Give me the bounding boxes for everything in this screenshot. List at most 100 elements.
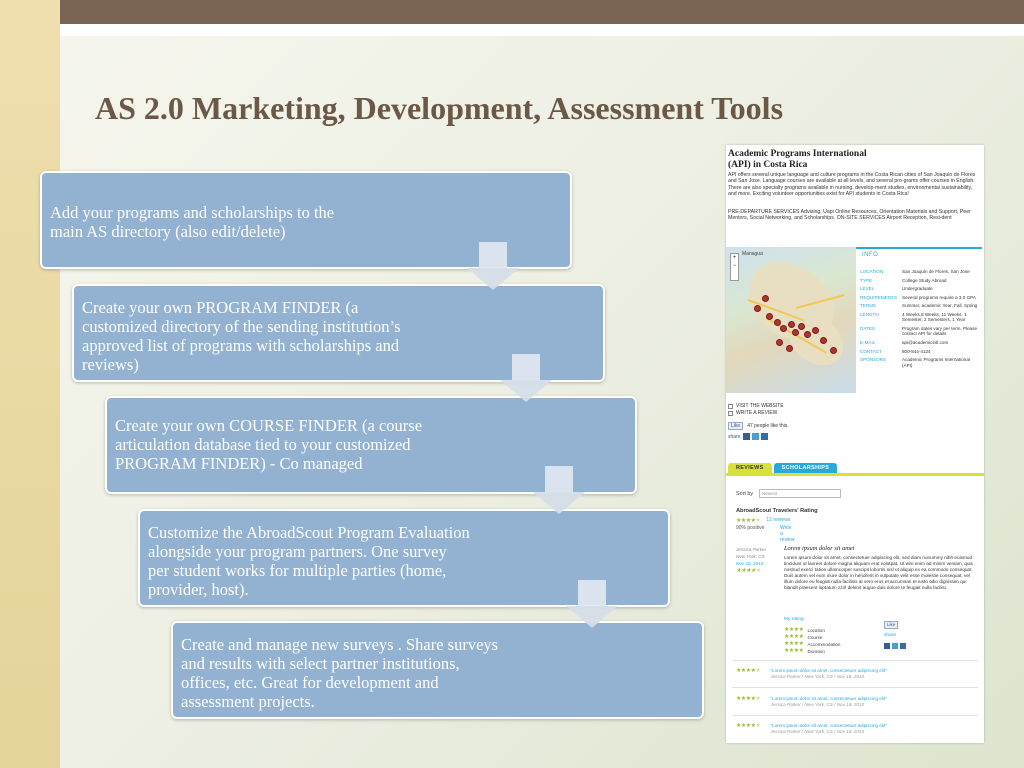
- review-date: Nov 18, 2010: [736, 561, 764, 566]
- tab-underline: [726, 473, 984, 476]
- info-row: Dates Program dates vary per term. Please…: [860, 326, 980, 337]
- info-row: Sponsors Academic Programs International …: [860, 357, 980, 368]
- map-city-label: Managua: [742, 251, 763, 257]
- step-1-line-1: Add your programs and scholarships to th…: [50, 203, 335, 222]
- info-key: Dates: [860, 325, 875, 331]
- map-pin-icon[interactable]: [776, 339, 783, 346]
- positive-percentage: 90% positive: [736, 525, 765, 531]
- linkedin-icon[interactable]: [760, 433, 768, 440]
- short-review-author: Jessica Parker / New York, CS / Nov 18, …: [770, 702, 865, 707]
- location-map[interactable]: + − Managua: [726, 247, 856, 393]
- review-divider: [732, 687, 978, 688]
- map-pin-icon[interactable]: [774, 319, 781, 326]
- map-pin-icon[interactable]: [804, 331, 811, 338]
- zoom-in-button[interactable]: +: [731, 254, 738, 262]
- info-value: College Study Abroad: [902, 277, 947, 283]
- info-key: Terms: [860, 303, 877, 309]
- review-like-button[interactable]: Like: [884, 621, 899, 629]
- review-share-icons: [884, 643, 906, 649]
- step-1-line-2: main AS directory (also edit/delete): [50, 222, 286, 241]
- info-email-value[interactable]: api@academicintl.com: [902, 340, 980, 345]
- facebook-icon[interactable]: [742, 433, 750, 440]
- step-5-line-4: assessment projects.: [181, 692, 315, 711]
- map-pin-icon[interactable]: [798, 323, 805, 330]
- map-pin-icon[interactable]: [792, 329, 799, 336]
- map-pin-icon[interactable]: [786, 345, 793, 352]
- write-review-link[interactable]: WRITE A REVIEW: [728, 410, 784, 417]
- visit-website-label[interactable]: VISIT THE WEBSITE: [736, 403, 784, 410]
- step-4-line-3: per student works for multiple parties (…: [148, 561, 447, 580]
- action-links: VISIT THE WEBSITE WRITE A REVIEW: [728, 403, 784, 417]
- overall-rating: ★★★★★ 12 reviews 90% positive Write a re…: [736, 517, 794, 543]
- map-pin-icon[interactable]: [766, 313, 773, 320]
- filled-stars-icon: ★★★★: [736, 568, 756, 574]
- short-review[interactable]: ★★★★★ "Lorem ipsum dolor sit amet, conse…: [736, 696, 887, 708]
- visit-website-link[interactable]: VISIT THE WEBSITE: [728, 403, 784, 410]
- info-key: Sponsors: [860, 357, 887, 363]
- sort-select[interactable]: Newest: [759, 489, 842, 498]
- map-pin-icon[interactable]: [788, 321, 795, 328]
- info-key: Location: [860, 269, 884, 274]
- step-2-line-3: approved list of programs with scholarsh…: [82, 336, 400, 355]
- map-zoom-control[interactable]: + −: [730, 253, 739, 281]
- zoom-out-button[interactable]: −: [731, 262, 738, 270]
- info-key: E-mail: [860, 339, 876, 345]
- tab-scholarships[interactable]: SCHOLARSHIPS: [773, 463, 838, 473]
- program-page-screenshot: Academic Programs International (API) in…: [726, 145, 984, 743]
- map-pin-icon[interactable]: [830, 347, 837, 354]
- short-review-quote[interactable]: "Lorem ipsum dolor sit amet, consectetue…: [770, 668, 886, 673]
- twitter-icon[interactable]: [892, 643, 898, 649]
- info-value: Undergraduate: [902, 286, 933, 292]
- down-arrow-icon: [500, 354, 552, 402]
- short-review-quote[interactable]: "Lorem ipsum dolor sit amet, consectetue…: [770, 723, 886, 728]
- write-review-link-small[interactable]: Write a review: [780, 525, 794, 543]
- short-review-stars: ★★★★★: [736, 723, 761, 735]
- category-row: ★★★★ Location: [784, 627, 840, 634]
- linkedin-icon[interactable]: [900, 643, 906, 649]
- map-pin-icon[interactable]: [812, 327, 819, 334]
- step-4-line-2: alongside your program partners. One sur…: [148, 542, 447, 561]
- map-pin-icon[interactable]: [820, 337, 827, 344]
- empty-star-icon: ★: [755, 668, 761, 674]
- program-services: PRE-DEPARTURE SERVICES Advising, Uapi On…: [728, 209, 971, 222]
- category-label: Duration: [807, 649, 825, 654]
- short-review[interactable]: ★★★★★ "Lorem ipsum dolor sit amet, conse…: [736, 668, 887, 680]
- category-label: Course: [807, 635, 823, 640]
- write-review-label[interactable]: WRITE A REVIEW: [736, 410, 777, 417]
- tab-reviews[interactable]: REVIEWS: [728, 463, 772, 473]
- short-review-stars: ★★★★★: [736, 668, 761, 680]
- short-review-quote[interactable]: "Lorem ipsum dolor sit amet, consectetue…: [770, 696, 886, 701]
- down-arrow-icon: [566, 580, 618, 628]
- empty-star-icon: ★: [755, 723, 761, 729]
- step-3-line-2: articulation database tied to your custo…: [115, 435, 411, 454]
- review-divider: [732, 660, 978, 661]
- empty-star-icon: ★: [755, 518, 761, 524]
- step-5-line-2: and results with select partner institut…: [181, 654, 460, 673]
- review-author: Jessica Parker: [736, 547, 767, 552]
- info-row: Length 4 Weeks,8 Weeks, 11 Weeks, 1 Semes…: [860, 312, 980, 323]
- twitter-icon[interactable]: [751, 433, 759, 440]
- map-pin-icon[interactable]: [780, 325, 787, 332]
- step-5-line-3: offices, etc. Great for development and: [181, 673, 439, 692]
- like-button[interactable]: Like: [728, 422, 744, 430]
- info-value: Academic Programs International (API): [902, 357, 970, 368]
- category-row: ★★★★ Course: [784, 634, 840, 641]
- info-value: San Joaquin de Flores, San Jose: [902, 269, 970, 274]
- step-5-line-1: Create and manage new surveys . Share su…: [181, 635, 499, 654]
- map-pin-icon[interactable]: [762, 295, 769, 302]
- share-row: share: [728, 433, 768, 440]
- info-key: Type: [860, 277, 872, 283]
- short-review[interactable]: ★★★★★ "Lorem ipsum dolor sit amet, conse…: [736, 723, 887, 735]
- review-body: Lorem ipsum dolor sit amet, consectetuer…: [784, 555, 973, 590]
- rating-title: AbroadScout Travelers' Rating: [736, 508, 818, 514]
- facebook-icon[interactable]: [884, 643, 890, 649]
- content-tabs: REVIEWS SCHOLARSHIPS: [728, 463, 838, 473]
- empty-star-icon: ★: [755, 696, 761, 702]
- review-title: Lorem ipsum dolor sit amet: [784, 545, 855, 552]
- map-pin-icon[interactable]: [754, 305, 761, 312]
- review-location: New York, CS: [736, 554, 765, 559]
- like-row: Like 47 people like this.: [728, 422, 789, 430]
- filled-stars-icon: ★★★★: [736, 668, 756, 674]
- reviews-count-link[interactable]: 12 reviews: [766, 517, 790, 524]
- category-label: Location: [807, 628, 825, 633]
